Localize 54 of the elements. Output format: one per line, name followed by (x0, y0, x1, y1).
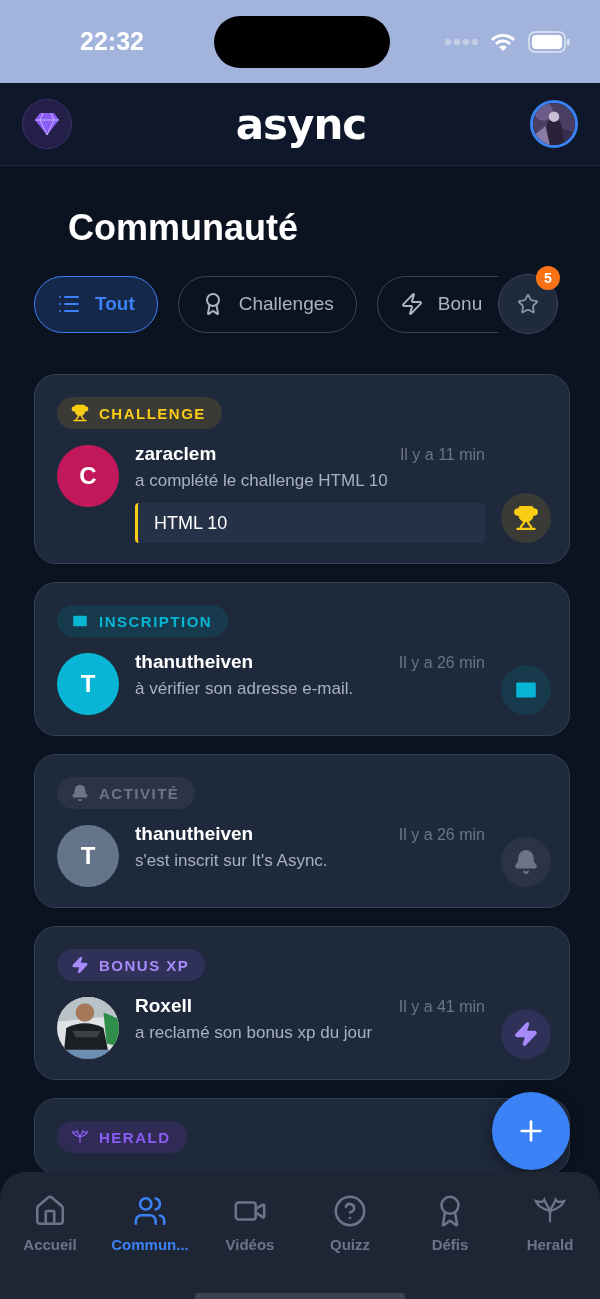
status-time: 22:32 (80, 27, 145, 56)
activity-card[interactable]: ACTIVITÉ T thanutheiven Il y a 26 min s'est inscrit sur It's Async. (34, 754, 570, 908)
timestamp: Il y a 11 min (399, 446, 485, 464)
user-name: zaraclem (135, 443, 217, 465)
lightning-icon (71, 956, 89, 974)
filter-chip[interactable]: Tout (34, 275, 158, 333)
activity-text: à vérifier son adresse e-mail. (135, 679, 355, 699)
category-tag: HERALD (57, 1121, 187, 1153)
timestamp: Il y a 26 min (398, 826, 485, 844)
user-avatar: C (57, 445, 119, 507)
signal-icon (444, 37, 478, 46)
trophy-icon (71, 404, 89, 422)
activity-text: a reclamé son bonus xp du jour (135, 1023, 374, 1043)
bell-icon (71, 784, 89, 802)
home-icon (33, 1194, 67, 1228)
wifi-icon (490, 31, 516, 52)
page-title: Communauté (68, 206, 299, 250)
timestamp: Il y a 26 min (398, 654, 485, 672)
activity-text: a complété le challenge HTML 10 (135, 471, 389, 491)
category-tag: ACTIVITÉ (57, 777, 196, 809)
nav-tab[interactable]: Commun... (100, 1194, 200, 1256)
diamond-icon (34, 112, 60, 136)
nav-tab[interactable]: Herald (500, 1194, 600, 1256)
premium-button[interactable] (22, 99, 72, 149)
category-tag: BONUS XP (57, 949, 206, 981)
user-name: Roxell (135, 995, 193, 1017)
users-icon (133, 1194, 167, 1228)
user-avatar: T (57, 653, 119, 715)
question-icon (333, 1194, 367, 1228)
trophy-icon (513, 505, 539, 531)
activity-card[interactable]: BONUS XP Roxell Il y a 41 min a reclamé son bonus xp du jour (34, 926, 570, 1080)
bell-icon (513, 849, 539, 875)
user-name: thanutheiven (135, 651, 254, 673)
user-name: thanutheiven (135, 823, 254, 845)
category-tag: CHALLENGE (57, 397, 222, 429)
nav-tab[interactable]: Défis (400, 1194, 500, 1256)
nav-tab[interactable]: Quizz (300, 1194, 400, 1256)
lightning-icon (513, 1021, 539, 1047)
user-avatar: T (57, 825, 119, 887)
wings-icon (71, 1128, 89, 1146)
count-badge: 5 (536, 266, 560, 290)
category-tag: INSCRIPTION (57, 605, 229, 637)
app-logo: async (235, 99, 367, 149)
challenge-highlight: HTML 10 (135, 503, 485, 543)
activity-card[interactable]: CHALLENGE C zaraclem Il y a 11 min a complété le challenge HTML 10 HTML 10 (34, 374, 570, 564)
lightning-icon (399, 292, 424, 316)
battery-icon (528, 30, 570, 53)
timestamp: Il y a 41 min (398, 998, 485, 1016)
nav-tab[interactable]: Vidéos (200, 1194, 300, 1256)
activity-text: s'est inscrit sur It's Async. (135, 851, 329, 871)
activity-card[interactable]: INSCRIPTION T thanutheiven Il y a 26 min à vérifier son adresse e-mail. (34, 582, 570, 736)
profile-avatar[interactable] (530, 100, 578, 148)
nav-tab[interactable]: Accueil (0, 1194, 100, 1256)
star-icon (517, 293, 539, 315)
